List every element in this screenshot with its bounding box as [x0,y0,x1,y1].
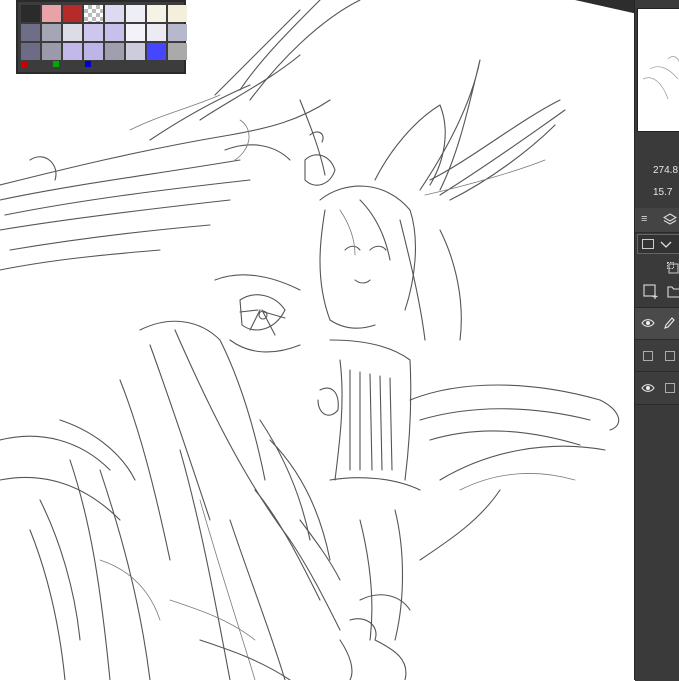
visibility-off-icon[interactable] [643,351,653,363]
color-swatch-grid [21,5,187,60]
color-swatch[interactable] [126,5,145,22]
palette-indicators [21,61,91,67]
property-value-1[interactable]: 274.8 [635,160,679,182]
color-swatch[interactable] [21,43,40,60]
layer-panel-header: ≡ [635,208,679,233]
navigator-thumbnail [642,56,679,100]
clip-layer-icon[interactable] [667,262,679,276]
sketch-drawing [0,0,620,680]
checkbox-icon[interactable] [665,351,675,363]
palette-indicator [85,61,91,67]
color-swatch[interactable] [105,5,124,22]
color-swatch[interactable] [126,43,145,60]
color-swatch[interactable] [63,24,82,41]
right-side-panel: 274.8 15.7 ≡ [634,0,679,681]
color-swatch[interactable] [168,43,187,60]
color-swatch[interactable] [42,43,61,60]
pencil-icon[interactable] [663,316,675,332]
layer-row[interactable] [635,307,679,340]
color-swatch[interactable] [84,24,103,41]
color-swatch[interactable] [84,43,103,60]
menu-icon[interactable]: ≡ [641,214,647,225]
eye-icon[interactable] [641,383,655,395]
property-value-2[interactable]: 15.7 [635,182,679,204]
drawing-canvas[interactable] [0,0,634,680]
palette-indicator [21,61,27,67]
color-swatch[interactable] [147,24,166,41]
palette-indicator [53,61,59,67]
color-swatch[interactable] [147,43,166,60]
layer-row[interactable] [635,371,679,404]
color-swatch[interactable] [105,43,124,60]
eye-icon[interactable] [641,318,655,330]
color-set-panel [16,0,187,74]
layer-row[interactable] [635,339,679,372]
color-swatch[interactable] [105,24,124,41]
color-swatch[interactable] [168,5,187,22]
layers-icon[interactable] [662,213,678,229]
blending-mode-dropdown[interactable] [637,234,679,254]
color-swatch[interactable] [126,24,145,41]
color-swatch[interactable] [42,5,61,22]
layer-color-icon [642,239,654,251]
checkbox-icon[interactable] [665,383,675,395]
layer-list-empty-area [635,404,679,681]
color-swatch[interactable] [42,24,61,41]
color-swatch[interactable] [21,5,40,22]
color-swatch[interactable] [63,5,82,22]
navigator-preview[interactable] [637,8,679,132]
color-swatch[interactable] [168,24,187,41]
color-swatch[interactable] [147,5,166,22]
chevron-down-icon[interactable] [660,239,672,251]
folder-icon[interactable] [667,285,679,300]
color-swatch[interactable] [21,24,40,41]
new-layer-icon[interactable] [643,284,659,302]
transparent-swatch[interactable] [84,5,103,22]
color-swatch[interactable] [63,43,82,60]
